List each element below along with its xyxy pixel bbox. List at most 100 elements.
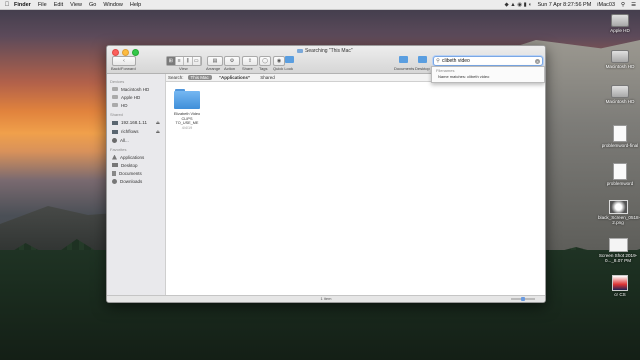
hard-drive-icon bbox=[611, 50, 629, 63]
sidebar-item-applications[interactable]: Applications bbox=[107, 153, 165, 161]
eye-icon: ◉ bbox=[276, 58, 282, 64]
sidebar-item-apple-hd[interactable]: Apple HD bbox=[107, 93, 165, 101]
sidebar-item-label: Desktop bbox=[121, 162, 138, 168]
sidebar-item-macintosh-hd[interactable]: Macintosh HD bbox=[107, 85, 165, 93]
desktop-icon-macintosh-hd[interactable]: Macintosh HD bbox=[600, 50, 640, 69]
back-chevron-icon[interactable]: ‹ bbox=[123, 58, 125, 64]
tags-label: Tags bbox=[259, 66, 268, 71]
icon-view-icon[interactable]: ⊞ bbox=[167, 57, 176, 65]
hard-drive-icon bbox=[112, 103, 118, 107]
menu-go[interactable]: Go bbox=[89, 2, 96, 8]
eject-icon[interactable]: ⏏ bbox=[156, 120, 160, 126]
desktop-folder-icon[interactable] bbox=[418, 56, 427, 63]
gear-icon: ⚙ bbox=[229, 58, 235, 64]
menu-app-name[interactable]: Finder bbox=[14, 2, 31, 8]
desktop-icon-problemword[interactable]: problemword bbox=[600, 163, 640, 186]
sidebar-item-label: HD bbox=[121, 102, 128, 108]
arrange-icon: ▤ bbox=[212, 58, 218, 64]
sidebar-item-documents[interactable]: Documents bbox=[107, 169, 165, 177]
desktop-icon-label: Macintosh HD bbox=[605, 99, 635, 104]
share-icon: ⇪ bbox=[247, 58, 253, 64]
arrange-button[interactable]: ▤ bbox=[207, 56, 223, 66]
menu-file[interactable]: File bbox=[38, 2, 47, 8]
notification-center-icon[interactable]: ☰ bbox=[631, 2, 636, 8]
status-icons[interactable]: ◆ ▲ ◉ ▮ ◖ bbox=[505, 2, 532, 8]
screenshot-thumbnail-icon bbox=[608, 238, 628, 252]
arrange-label: Arrange bbox=[206, 66, 221, 71]
desktop-icon-black-screen[interactable]: black_Screen_0518-2.png bbox=[598, 200, 640, 225]
column-view-icon[interactable]: ⫼ bbox=[184, 57, 193, 65]
clear-search-icon[interactable]: × bbox=[535, 58, 540, 64]
share-button[interactable]: ⇪ bbox=[242, 56, 258, 66]
desktop-icon-label: cr CS bbox=[614, 292, 626, 297]
status-bar: 1 item bbox=[107, 295, 545, 302]
desktop-icon-label: problemword-final bbox=[601, 143, 639, 148]
scope-applications[interactable]: “Applications” bbox=[216, 75, 254, 80]
cover-flow-icon[interactable]: ▭ bbox=[193, 57, 201, 65]
sidebar-item-hd[interactable]: HD bbox=[107, 101, 165, 109]
minimize-window-button[interactable] bbox=[122, 49, 129, 56]
sidebar-item-label: 192.168.1.11 bbox=[121, 120, 147, 125]
list-view-icon[interactable]: ≡ bbox=[176, 57, 184, 65]
search-field[interactable]: ⚲ clibeth video × bbox=[433, 56, 543, 66]
toolbar-folder-icon[interactable] bbox=[285, 56, 294, 63]
sidebar-header-devices: Devices bbox=[110, 79, 125, 84]
result-subtitle: CLIPS TO_USE_ME bbox=[175, 116, 199, 126]
back-forward-buttons[interactable]: ‹ bbox=[112, 56, 136, 66]
documents-folder-icon[interactable] bbox=[399, 56, 408, 63]
zoom-window-button[interactable] bbox=[132, 49, 139, 56]
desktop-icon-macintosh-hd-2[interactable]: Macintosh HD bbox=[600, 85, 640, 104]
menu-bar:  Finder File Edit View Go Window Help ◆… bbox=[0, 0, 640, 10]
tags-button[interactable]: ◯ bbox=[259, 56, 271, 66]
eject-icon[interactable]: ⏏ bbox=[156, 129, 160, 135]
sidebar-item-label: All... bbox=[120, 137, 129, 143]
quick-look-label: Quick Look bbox=[273, 66, 294, 71]
action-label: Action bbox=[224, 66, 236, 71]
desktop-icon-label: problemword bbox=[606, 181, 634, 186]
menu-user[interactable]: iMac03 bbox=[597, 2, 615, 8]
window-controls bbox=[112, 49, 139, 56]
document-icon bbox=[613, 125, 627, 142]
sidebar-item-richflows[interactable]: richflows ⏏ bbox=[107, 127, 165, 136]
spotlight-icon[interactable]: ⚲ bbox=[621, 2, 625, 8]
apple-menu-icon[interactable]:  bbox=[0, 2, 14, 8]
scope-this-mac[interactable]: This Mac bbox=[187, 75, 212, 80]
desktop-icon-problemword-final[interactable]: problemword-final bbox=[600, 125, 640, 148]
menu-window[interactable]: Window bbox=[103, 2, 123, 8]
sidebar-item-desktop[interactable]: Desktop bbox=[107, 161, 165, 169]
scope-label: Search: bbox=[168, 75, 184, 80]
back-forward-label: Back/Forward bbox=[111, 66, 136, 71]
folder-icon bbox=[297, 49, 303, 53]
result-item[interactable]: Elizabeth Video CLIPS TO_USE_ME 4/4/19 bbox=[172, 89, 202, 130]
window-title: Searching “This Mac” bbox=[297, 48, 353, 54]
folder-icon bbox=[174, 89, 200, 109]
sidebar-item-downloads[interactable]: Downloads bbox=[107, 177, 165, 185]
close-window-button[interactable] bbox=[112, 49, 119, 56]
sidebar-item-label: richflows bbox=[121, 129, 139, 134]
hard-drive-icon bbox=[112, 87, 118, 91]
search-input[interactable]: clibeth video bbox=[442, 58, 535, 64]
menu-help[interactable]: Help bbox=[130, 2, 141, 8]
suggestion-item[interactable]: Name matches: clibeth video bbox=[432, 73, 544, 80]
app-document-icon bbox=[612, 275, 628, 291]
sidebar: Devices Macintosh HD Apple HD HD Shared … bbox=[107, 74, 166, 296]
result-name: Elizabeth Video bbox=[173, 112, 201, 116]
finder-window: Searching “This Mac” ‹ Back/Forward ⊞ ≡ … bbox=[106, 45, 546, 303]
sidebar-item-server-192[interactable]: 192.168.1.11 ⏏ bbox=[107, 118, 165, 127]
downloads-icon bbox=[112, 178, 117, 184]
icon-size-slider[interactable] bbox=[511, 297, 535, 300]
menu-edit[interactable]: Edit bbox=[54, 2, 63, 8]
menu-clock[interactable]: Sun 7 Apr 8:27:56 PM bbox=[537, 2, 591, 8]
desktop-icon-cr-cs[interactable]: cr CS bbox=[600, 275, 640, 297]
view-mode-control[interactable]: ⊞ ≡ ⫼ ▭ bbox=[166, 56, 202, 66]
documents-folder-label: Documents bbox=[394, 66, 415, 71]
desktop-icon-apple-hd[interactable]: Apple HD bbox=[600, 14, 640, 33]
share-label: Share bbox=[242, 66, 253, 71]
sidebar-item-all[interactable]: All... bbox=[107, 136, 165, 144]
scope-shared[interactable]: Shared bbox=[257, 75, 278, 80]
desktop-icon-screen-shot[interactable]: Screen Shot 2019-0..._8.07 PM bbox=[598, 238, 638, 263]
menu-view[interactable]: View bbox=[70, 2, 82, 8]
action-button[interactable]: ⚙ bbox=[224, 56, 240, 66]
quick-look-button[interactable]: ◉ bbox=[273, 56, 285, 66]
search-icon: ⚲ bbox=[436, 58, 440, 64]
